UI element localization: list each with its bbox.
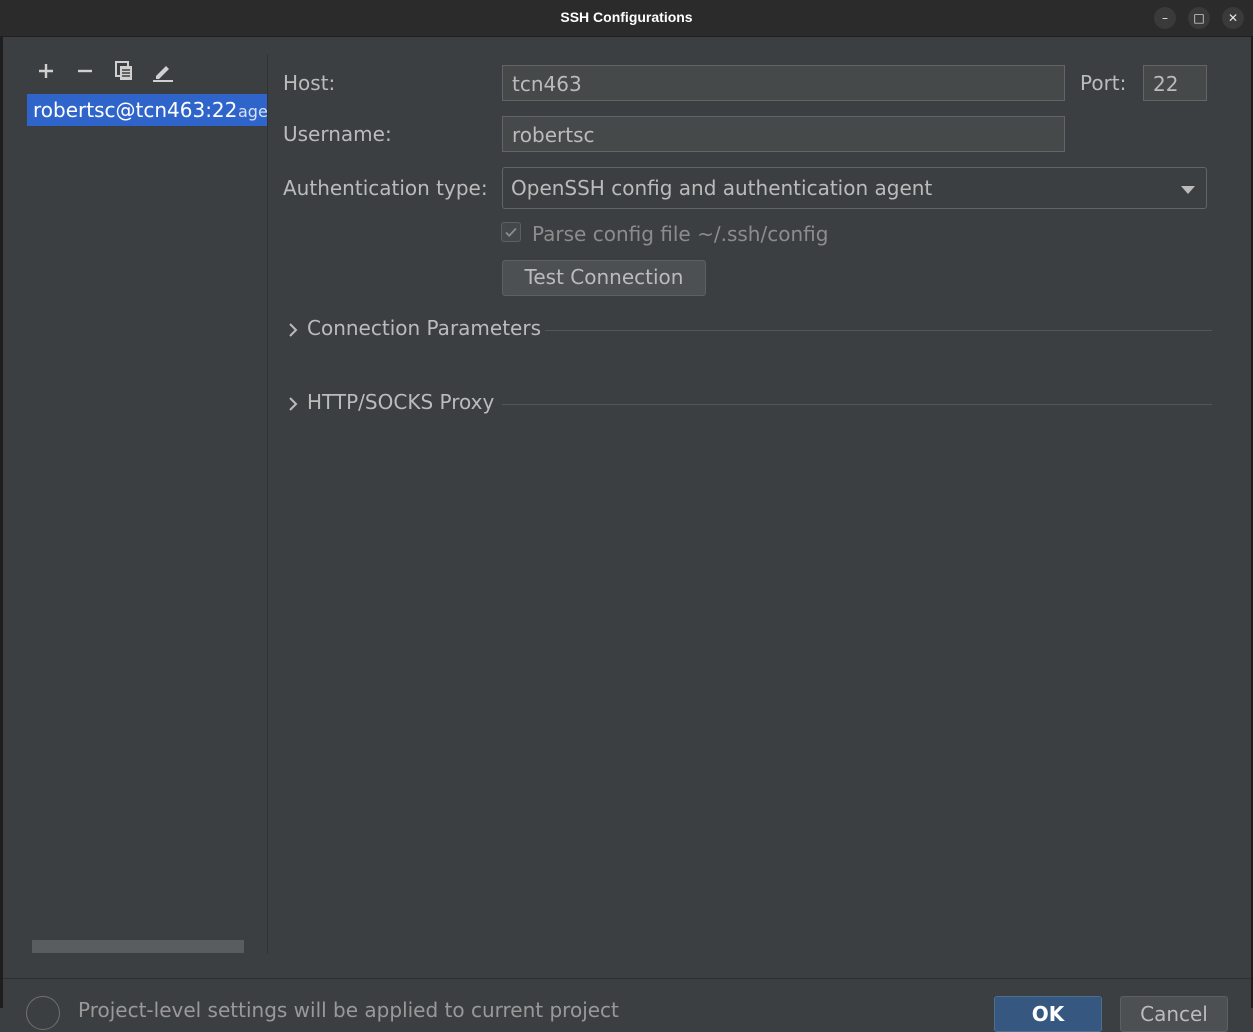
add-icon[interactable] <box>34 59 58 83</box>
port-input[interactable]: 22 <box>1143 65 1207 101</box>
help-button[interactable] <box>26 996 60 1030</box>
http-socks-proxy-section[interactable]: HTTP/SOCKS Proxy <box>285 389 1212 419</box>
remove-icon[interactable] <box>73 59 97 83</box>
section-divider <box>502 404 1212 405</box>
chevron-right-icon <box>289 323 298 337</box>
title-bar: SSH Configurations – □ ✕ <box>0 0 1253 37</box>
host-input[interactable]: tcn463 <box>502 65 1065 101</box>
cancel-button[interactable]: Cancel <box>1120 996 1228 1032</box>
sidebar-divider <box>267 54 268 954</box>
minimize-button[interactable]: – <box>1154 7 1176 29</box>
footer-text: Project-level settings will be applied t… <box>78 998 619 1022</box>
auth-type-label: Authentication type: <box>283 176 488 200</box>
window-edge-left <box>0 36 3 1008</box>
dropdown-arrow-icon <box>1181 186 1195 194</box>
username-input[interactable]: robertsc <box>502 116 1065 152</box>
section-divider <box>545 330 1212 331</box>
copy-icon[interactable] <box>112 59 136 83</box>
maximize-button[interactable]: □ <box>1188 7 1210 29</box>
sidebar-horizontal-scrollbar[interactable] <box>32 940 244 953</box>
auth-type-value: OpenSSH config and authentication agent <box>511 176 933 200</box>
connection-parameters-title: Connection Parameters <box>307 316 541 340</box>
parse-config-checkbox[interactable] <box>501 222 521 242</box>
host-label: Host: <box>283 71 336 95</box>
edit-icon[interactable] <box>151 59 175 83</box>
window-title: SSH Configurations <box>560 9 693 25</box>
ok-button[interactable]: OK <box>994 996 1102 1032</box>
chevron-right-icon <box>289 397 298 411</box>
list-item-hint: age <box>238 102 267 121</box>
test-connection-button[interactable]: Test Connection <box>502 260 706 296</box>
auth-type-dropdown[interactable]: OpenSSH config and authentication agent <box>502 167 1207 209</box>
username-label: Username: <box>283 122 392 146</box>
connection-parameters-section[interactable]: Connection Parameters <box>285 315 1212 345</box>
port-label: Port: <box>1080 71 1127 95</box>
parse-config-label: Parse config file ~/.ssh/config <box>532 222 829 246</box>
http-socks-proxy-title: HTTP/SOCKS Proxy <box>307 390 495 414</box>
list-item-label: robertsc@tcn463:22 <box>33 98 238 122</box>
footer-divider <box>3 978 1251 979</box>
list-item[interactable]: robertsc@tcn463:22 age <box>27 94 267 126</box>
checkmark-icon <box>505 227 517 237</box>
close-button[interactable]: ✕ <box>1222 7 1244 29</box>
